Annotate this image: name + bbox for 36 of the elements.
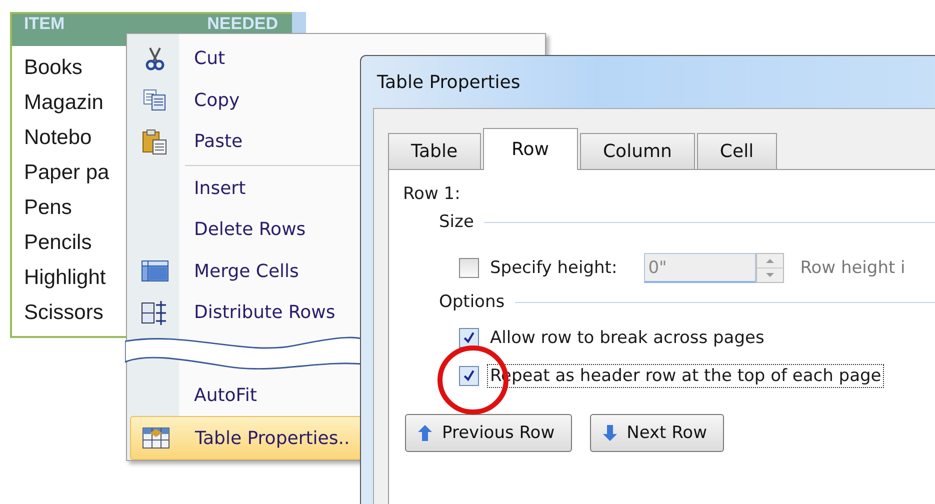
- table-properties-icon: [142, 427, 170, 450]
- up-arrow-icon: [418, 425, 432, 441]
- tab[interactable]: Column: [580, 133, 695, 169]
- distribute-rows-icon: [141, 300, 169, 325]
- down-arrow-icon: [602, 425, 617, 441]
- copy-icon: [143, 89, 167, 112]
- tab[interactable]: Table: [388, 133, 481, 169]
- checkbox[interactable]: [459, 258, 479, 278]
- table-cell-text: Paper pa: [24, 160, 110, 186]
- table-cell-text: Scissors: [24, 300, 104, 326]
- checkbox[interactable]: [459, 366, 479, 386]
- table-cell-text: Pencils: [24, 230, 92, 256]
- column-header: NEEDED: [207, 14, 278, 34]
- check-icon: [462, 369, 476, 383]
- next-row-button[interactable]: Next Row: [590, 414, 724, 452]
- table-cell-text: Highlight: [24, 265, 106, 291]
- checkbox-label[interactable]: Specify height:: [487, 256, 620, 280]
- table-cell-text: Books: [24, 55, 82, 81]
- table-cell-text: Magazin: [24, 90, 104, 116]
- row-heading: Row 1:: [403, 184, 460, 204]
- section-heading: Size: [439, 212, 474, 232]
- checkbox[interactable]: [459, 328, 479, 348]
- dialog-title: Table Properties: [376, 71, 522, 95]
- merge-cells-icon: [141, 260, 169, 282]
- row-height-label: Row height i: [800, 258, 906, 278]
- table-cell-text: Notebo: [24, 125, 92, 151]
- column-header: ITEM: [24, 14, 65, 34]
- tab[interactable]: Cell: [696, 133, 777, 169]
- scissors-icon: [145, 46, 165, 71]
- checkbox-label[interactable]: Allow row to break across pages: [487, 326, 768, 350]
- table-cell-text: Pens: [24, 195, 72, 221]
- previous-row-button[interactable]: Previous Row: [405, 414, 572, 452]
- tab[interactable]: Row: [482, 128, 578, 170]
- paste-icon: [142, 128, 168, 155]
- section-heading: Options: [439, 292, 505, 312]
- check-icon: [462, 331, 476, 345]
